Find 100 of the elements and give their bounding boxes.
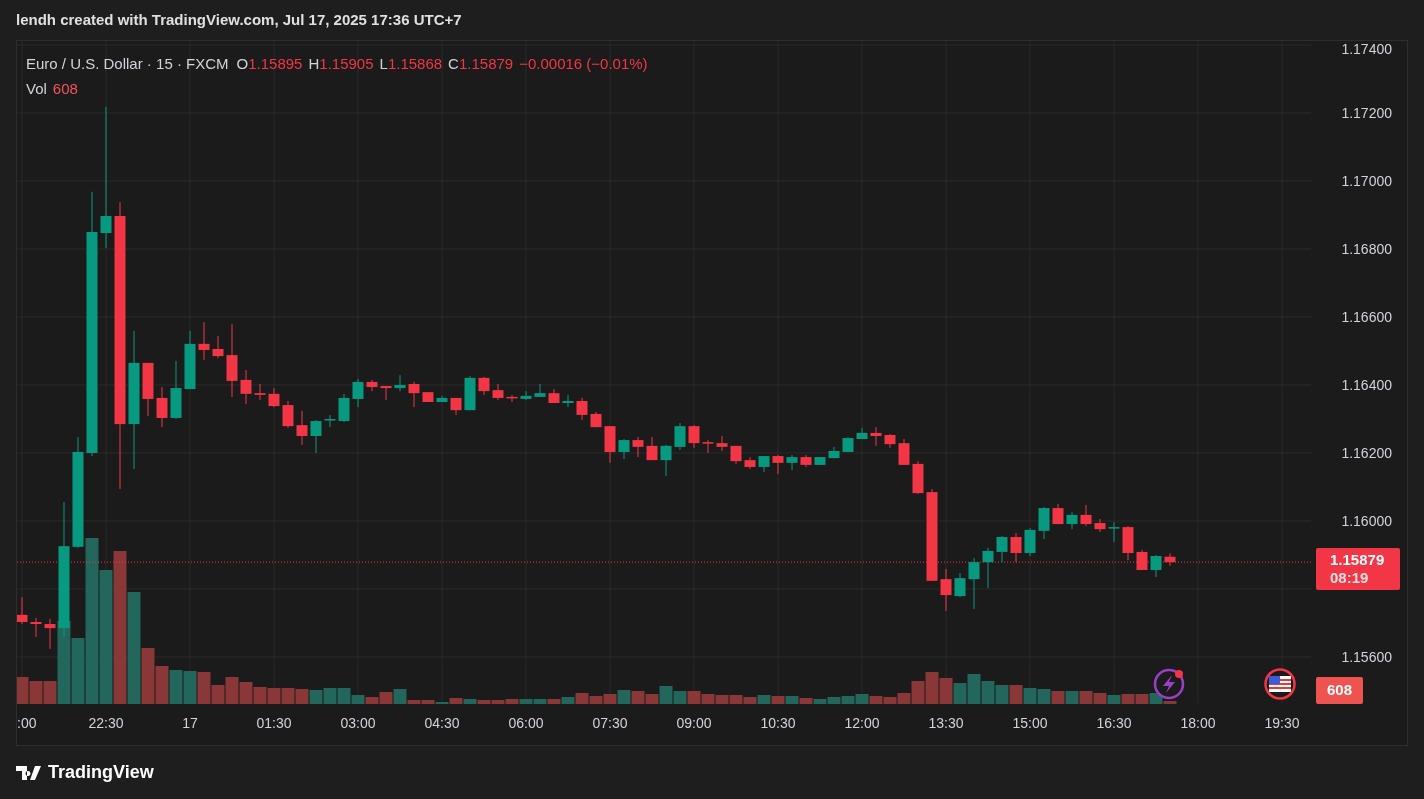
candlestick xyxy=(520,390,532,401)
volume-bar xyxy=(603,694,617,704)
volume-bar xyxy=(1023,688,1037,704)
volume-bar xyxy=(715,695,729,704)
time-axis-label: 07:30 xyxy=(591,715,629,731)
volume-bar xyxy=(17,677,29,704)
candlestick xyxy=(506,394,518,403)
price-axis-label: 1.16200 xyxy=(1341,445,1392,461)
price-axis-label: 1.16400 xyxy=(1341,377,1392,393)
candlestick xyxy=(828,446,840,459)
volume-bar xyxy=(967,674,981,704)
volume-bar xyxy=(1107,695,1121,704)
candlestick xyxy=(156,386,168,428)
candlestick xyxy=(1164,552,1176,567)
ohlc-value: 1.15868 xyxy=(387,54,443,74)
candlestick xyxy=(17,596,28,625)
candlestick xyxy=(422,391,434,403)
volume-bar xyxy=(925,672,939,704)
time-axis-label: 15:00 xyxy=(1011,715,1049,731)
time-axis-label: 19:30 xyxy=(1263,715,1301,731)
candlestick xyxy=(198,321,210,361)
candlestick xyxy=(1052,503,1064,525)
candlestick xyxy=(1094,518,1106,533)
volume-bar xyxy=(1051,691,1065,704)
candlestick xyxy=(1080,504,1092,527)
candlestick xyxy=(618,438,630,460)
volume-bar xyxy=(729,695,743,704)
symbol-name: Euro / U.S. Dollar · 15 · FXCM xyxy=(26,54,229,74)
candlestick xyxy=(842,436,854,453)
volume-bar xyxy=(1065,691,1079,704)
volume-bar xyxy=(631,691,645,704)
candlestick xyxy=(268,387,280,408)
candlestick xyxy=(688,424,700,449)
candlestick xyxy=(660,444,672,477)
chart-caption: lendh created with TradingView.com, Jul 17, 2025 17:36 UTC+7 xyxy=(16,9,462,30)
candlestick xyxy=(324,414,336,428)
candlestick xyxy=(212,335,224,359)
candlestick xyxy=(1010,532,1022,563)
candlestick xyxy=(436,395,448,403)
candlestick xyxy=(338,393,350,423)
flag-icon[interactable] xyxy=(1264,668,1296,700)
volume-bar xyxy=(281,688,295,704)
volume-bar xyxy=(183,671,197,704)
volume-bar xyxy=(617,690,631,704)
candlestick xyxy=(758,455,770,473)
volume-bar xyxy=(225,677,239,704)
candlestick xyxy=(30,617,42,638)
logo-text: TradingView xyxy=(48,761,154,784)
ohlc-label: C xyxy=(448,54,459,74)
time-axis-label: 09:00 xyxy=(675,715,713,731)
candlestick xyxy=(170,360,182,420)
candlestick xyxy=(954,572,966,598)
price-change: −0.00016 (−0.01%) xyxy=(519,54,648,74)
volume-label: Vol xyxy=(26,78,47,99)
candlestick xyxy=(730,445,742,465)
candlestick xyxy=(534,383,546,398)
current-price: 1.15879 xyxy=(1330,551,1386,570)
time-axis-label: 22:30 xyxy=(87,715,125,731)
ohlc-label: O xyxy=(236,54,249,74)
candlestick xyxy=(982,547,994,589)
lightning-icon[interactable] xyxy=(1153,668,1185,700)
price-axis-label: 1.16800 xyxy=(1341,241,1392,257)
time-axis-label: 12:00 xyxy=(843,715,881,731)
price-axis-label: 1.16000 xyxy=(1341,513,1392,529)
volume-bar xyxy=(1121,694,1135,704)
candlestick xyxy=(408,381,420,408)
candlestick xyxy=(632,436,644,458)
candlestick xyxy=(800,454,812,468)
time-axis-label: :00 xyxy=(17,715,37,731)
volume-bar xyxy=(29,681,43,704)
volume-bar xyxy=(169,670,183,704)
volume-bar xyxy=(1093,693,1107,704)
candlestick xyxy=(744,456,756,470)
ohlc-value: 1.15879 xyxy=(458,54,514,74)
price-axis-label: 1.17200 xyxy=(1341,105,1392,121)
candlestick xyxy=(898,438,910,466)
bar-countdown: 08:19 xyxy=(1330,569,1370,588)
candlestick xyxy=(1024,527,1036,557)
volume-bar xyxy=(1009,685,1023,704)
candlestick xyxy=(1108,521,1120,543)
volume-bar xyxy=(1135,694,1149,704)
candlestick xyxy=(142,362,154,417)
candlestick xyxy=(1122,525,1134,561)
candlestick xyxy=(492,383,504,401)
candlestick xyxy=(562,394,574,408)
volume-bar xyxy=(673,691,687,704)
volume-bar xyxy=(953,683,967,704)
candlestick xyxy=(884,433,896,449)
candlestick xyxy=(478,376,490,396)
candlestick xyxy=(576,397,588,421)
candlestick xyxy=(870,426,882,447)
time-axis-label: 04:30 xyxy=(423,715,461,731)
time-axis-label: 16:30 xyxy=(1095,715,1133,731)
candlestick xyxy=(1038,506,1050,540)
candlestick xyxy=(968,557,980,610)
candlestick xyxy=(1150,554,1162,578)
candlestick xyxy=(282,400,294,429)
candlestick xyxy=(380,385,392,401)
logo-icon xyxy=(16,765,42,780)
candlestick xyxy=(1136,549,1148,571)
